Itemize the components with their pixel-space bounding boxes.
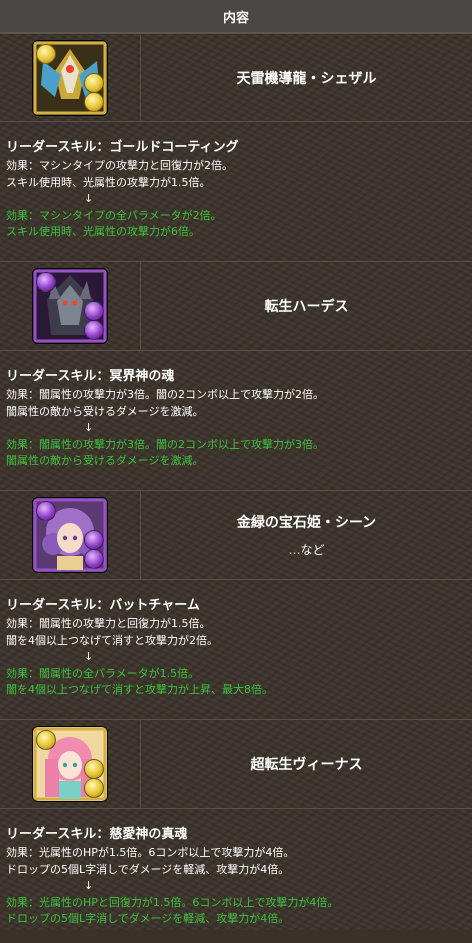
down-arrow-icon: ↓	[84, 421, 94, 434]
header-title: 内容	[222, 10, 249, 26]
skill-after-line: 効果：闇属性の全パラメータが1.5倍。	[6, 666, 200, 680]
character-name: 天雷機導龍・シェザル	[236, 70, 377, 87]
etc-note: …など	[288, 543, 325, 557]
skill-section: リーダースキル：ゴールドコーティング 効果：マシンタイプの攻撃力と回復力が2倍。…	[0, 122, 472, 261]
light-orb-icon	[84, 91, 104, 112]
skill-after-line: 闇属性の敵から受けるダメージを激減。	[6, 454, 204, 467]
skill-before-line: 闇属性の敵から受けるダメージを激減。	[6, 404, 204, 418]
character-name-cell: 金緑の宝石姫・シーン …など	[141, 491, 472, 579]
monster-icon-hades[interactable]	[33, 269, 107, 343]
table-header: 内容	[0, 0, 472, 33]
icon-cell	[0, 34, 141, 121]
skill-before-line: 効果：闇属性の攻撃力が3倍。闇の2コンボ以上で攻撃力が2倍。	[6, 388, 324, 401]
icon-cell	[0, 262, 141, 350]
monster-icon-venus[interactable]	[33, 727, 107, 801]
page: 内容 天雷機導龍・シェザル リーダースキル：ゴールドコーティング 効果：マシンタ…	[0, 0, 472, 930]
dark-orb-icon	[36, 272, 56, 292]
character-name-cell: 超転生ヴィーナス	[141, 720, 472, 808]
skill-before-line: 闇を4個以上つなげて消すと攻撃力が2倍。	[6, 633, 218, 647]
leader-skill-title: リーダースキル：冥界神の魂	[6, 369, 175, 384]
skill-before-line: 効果：マシンタイプの攻撃力と回復力が2倍。	[6, 159, 233, 172]
character-name: 転生ハーデス	[264, 299, 349, 315]
character-row-shezar: 天雷機導龍・シェザル	[0, 33, 472, 122]
skill-section: リーダースキル：バットチャーム 効果：闇属性の攻撃力と回復力が1.5倍。 闇を4…	[0, 580, 472, 719]
leader-skill-title: リーダースキル：慈愛神の真魂	[6, 827, 188, 842]
down-arrow-icon: ↓	[84, 650, 94, 663]
light-orb-icon	[36, 730, 56, 750]
dark-orb-icon	[84, 530, 104, 550]
skill-after-line: ドロップの5個L字消しでダメージを軽減、攻撃力が4倍。	[6, 912, 290, 925]
skill-after-line: 効果：闇属性の攻撃力が3倍。闇の2コンボ以上で攻撃力が3倍。	[6, 437, 324, 451]
character-row-hades: 転生ハーデス	[0, 261, 472, 351]
light-orb-icon	[84, 72, 104, 93]
dark-orb-icon	[36, 501, 56, 521]
character-name: 金緑の宝石姫・シーン	[236, 515, 377, 531]
leader-skill-title: リーダースキル：バットチャーム	[6, 598, 200, 613]
dark-orb-icon	[84, 549, 104, 569]
skill-before-line: 効果：光属性のHPが1.5倍。6コンボ以上で攻撃力が4倍。	[6, 846, 295, 859]
skill-after-line: 効果：光属性のHPと回復力が1.5倍。6コンボ以上で攻撃力が4倍。	[6, 895, 339, 909]
character-name: 超転生ヴィーナス	[250, 757, 363, 773]
icon-cell	[0, 720, 141, 808]
character-name-cell: 天雷機導龍・シェザル	[141, 34, 472, 121]
character-name-cell: 転生ハーデス	[141, 262, 472, 350]
light-orb-icon	[84, 759, 104, 779]
dark-orb-icon	[84, 301, 104, 321]
character-row-sheen: 金緑の宝石姫・シーン …など	[0, 490, 472, 580]
down-arrow-icon: ↓	[84, 192, 94, 205]
skill-before-line: ドロップの5個L字消しでダメージを軽減、攻撃力が4倍。	[6, 862, 290, 876]
light-orb-icon	[36, 43, 56, 64]
dark-orb-icon	[84, 320, 104, 340]
skill-after-line: 効果：マシンタイプの全パラメータが2倍。	[6, 208, 222, 222]
skill-section: リーダースキル：冥界神の魂 効果：闇属性の攻撃力が3倍。闇の2コンボ以上で攻撃力…	[0, 351, 472, 490]
icon-cell	[0, 491, 141, 579]
skill-before-line: 効果：闇属性の攻撃力と回復力が1.5倍。	[6, 617, 211, 630]
monster-icon-sheen[interactable]	[33, 498, 107, 572]
light-orb-icon	[84, 778, 104, 798]
skill-after-line: 闇を4個以上つなげて消すと攻撃力が上昇、最大8倍。	[6, 683, 273, 696]
character-row-venus: 超転生ヴィーナス	[0, 719, 472, 809]
down-arrow-icon: ↓	[84, 879, 94, 892]
leader-skill-title: リーダースキル：ゴールドコーティング	[6, 140, 239, 155]
skill-section: リーダースキル：慈愛神の真魂 効果：光属性のHPが1.5倍。6コンボ以上で攻撃力…	[0, 809, 472, 943]
skill-before-line: スキル使用時、光属性の攻撃力が1.5倍。	[6, 175, 211, 189]
skill-after-line: スキル使用時、光属性の攻撃力が6倍。	[6, 225, 200, 238]
monster-icon-shezar[interactable]	[33, 40, 107, 115]
